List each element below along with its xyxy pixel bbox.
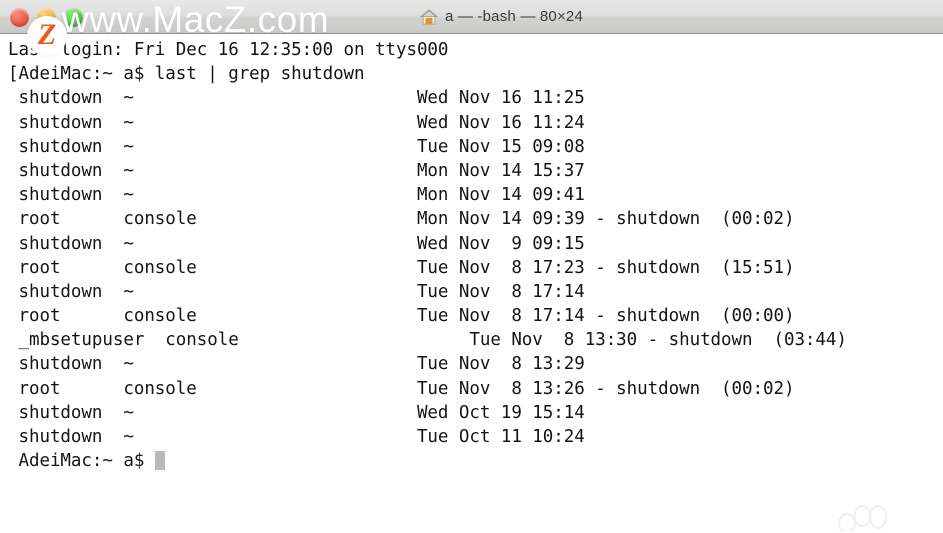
terminal-line-record: root console Tue Nov 8 13:26 - shutdown … xyxy=(8,378,795,399)
terminal-line-record: shutdown ~ Wed Nov 16 11:25 xyxy=(8,88,585,109)
terminal-cursor xyxy=(154,451,165,471)
terminal-output-area[interactable]: Last login: Fri Dec 16 12:35:00 on ttys0… xyxy=(0,34,943,533)
watermark-text: www.MacZ.com xyxy=(62,0,330,40)
home-icon xyxy=(419,8,438,25)
terminal-line-record: _mbsetupuser console Tue Nov 8 13:30 - s… xyxy=(8,330,847,351)
terminal-line-record: root console Tue Nov 8 17:23 - shutdown … xyxy=(8,257,795,278)
watermark-logo-letter: Z xyxy=(37,18,57,51)
terminal-line-record: shutdown ~ Wed Oct 19 15:14 xyxy=(8,402,585,423)
terminal-line-login: Last login: Fri Dec 16 12:35:00 on ttys0… xyxy=(8,40,449,60)
terminal-line-record: shutdown ~ Mon Nov 14 09:41 xyxy=(8,185,585,206)
terminal-line-record: root console Tue Nov 8 17:14 - shutdown … xyxy=(8,306,795,327)
terminal-line-record: shutdown ~ Tue Nov 8 13:29 xyxy=(8,354,585,375)
watermark-logo: Z xyxy=(27,16,67,56)
terminal-line-record: shutdown ~ Tue Nov 15 09:08 xyxy=(8,136,585,157)
terminal-line-record: shutdown ~ Wed Nov 16 11:24 xyxy=(8,112,585,133)
terminal-line-record: root console Mon Nov 14 09:39 - shutdown… xyxy=(8,209,795,230)
window-title-area: a — -bash — 80×24 xyxy=(419,8,584,25)
terminal-line-record: shutdown ~ Wed Nov 9 09:15 xyxy=(8,233,585,254)
terminal-line-record: shutdown ~ Mon Nov 14 15:37 xyxy=(8,160,585,181)
terminal-prompt-line: AdeiMac:~ a$ xyxy=(8,449,943,473)
terminal-window: a — -bash — 80×24 www.MacZ.com Z Last lo… xyxy=(0,0,943,533)
terminal-line-record: shutdown ~ Tue Oct 11 10:24 xyxy=(8,427,585,447)
terminal-line-command: [AdeiMac:~ a$ last | grep shutdown xyxy=(8,64,365,85)
terminal-line-record: shutdown ~ Tue Nov 8 17:14 xyxy=(8,281,585,302)
window-title-text: a — -bash — 80×24 xyxy=(444,8,584,25)
corner-watermark-icon xyxy=(837,504,888,531)
terminal-prompt-text: AdeiMac:~ a$ xyxy=(8,451,155,472)
close-button[interactable] xyxy=(10,7,29,27)
